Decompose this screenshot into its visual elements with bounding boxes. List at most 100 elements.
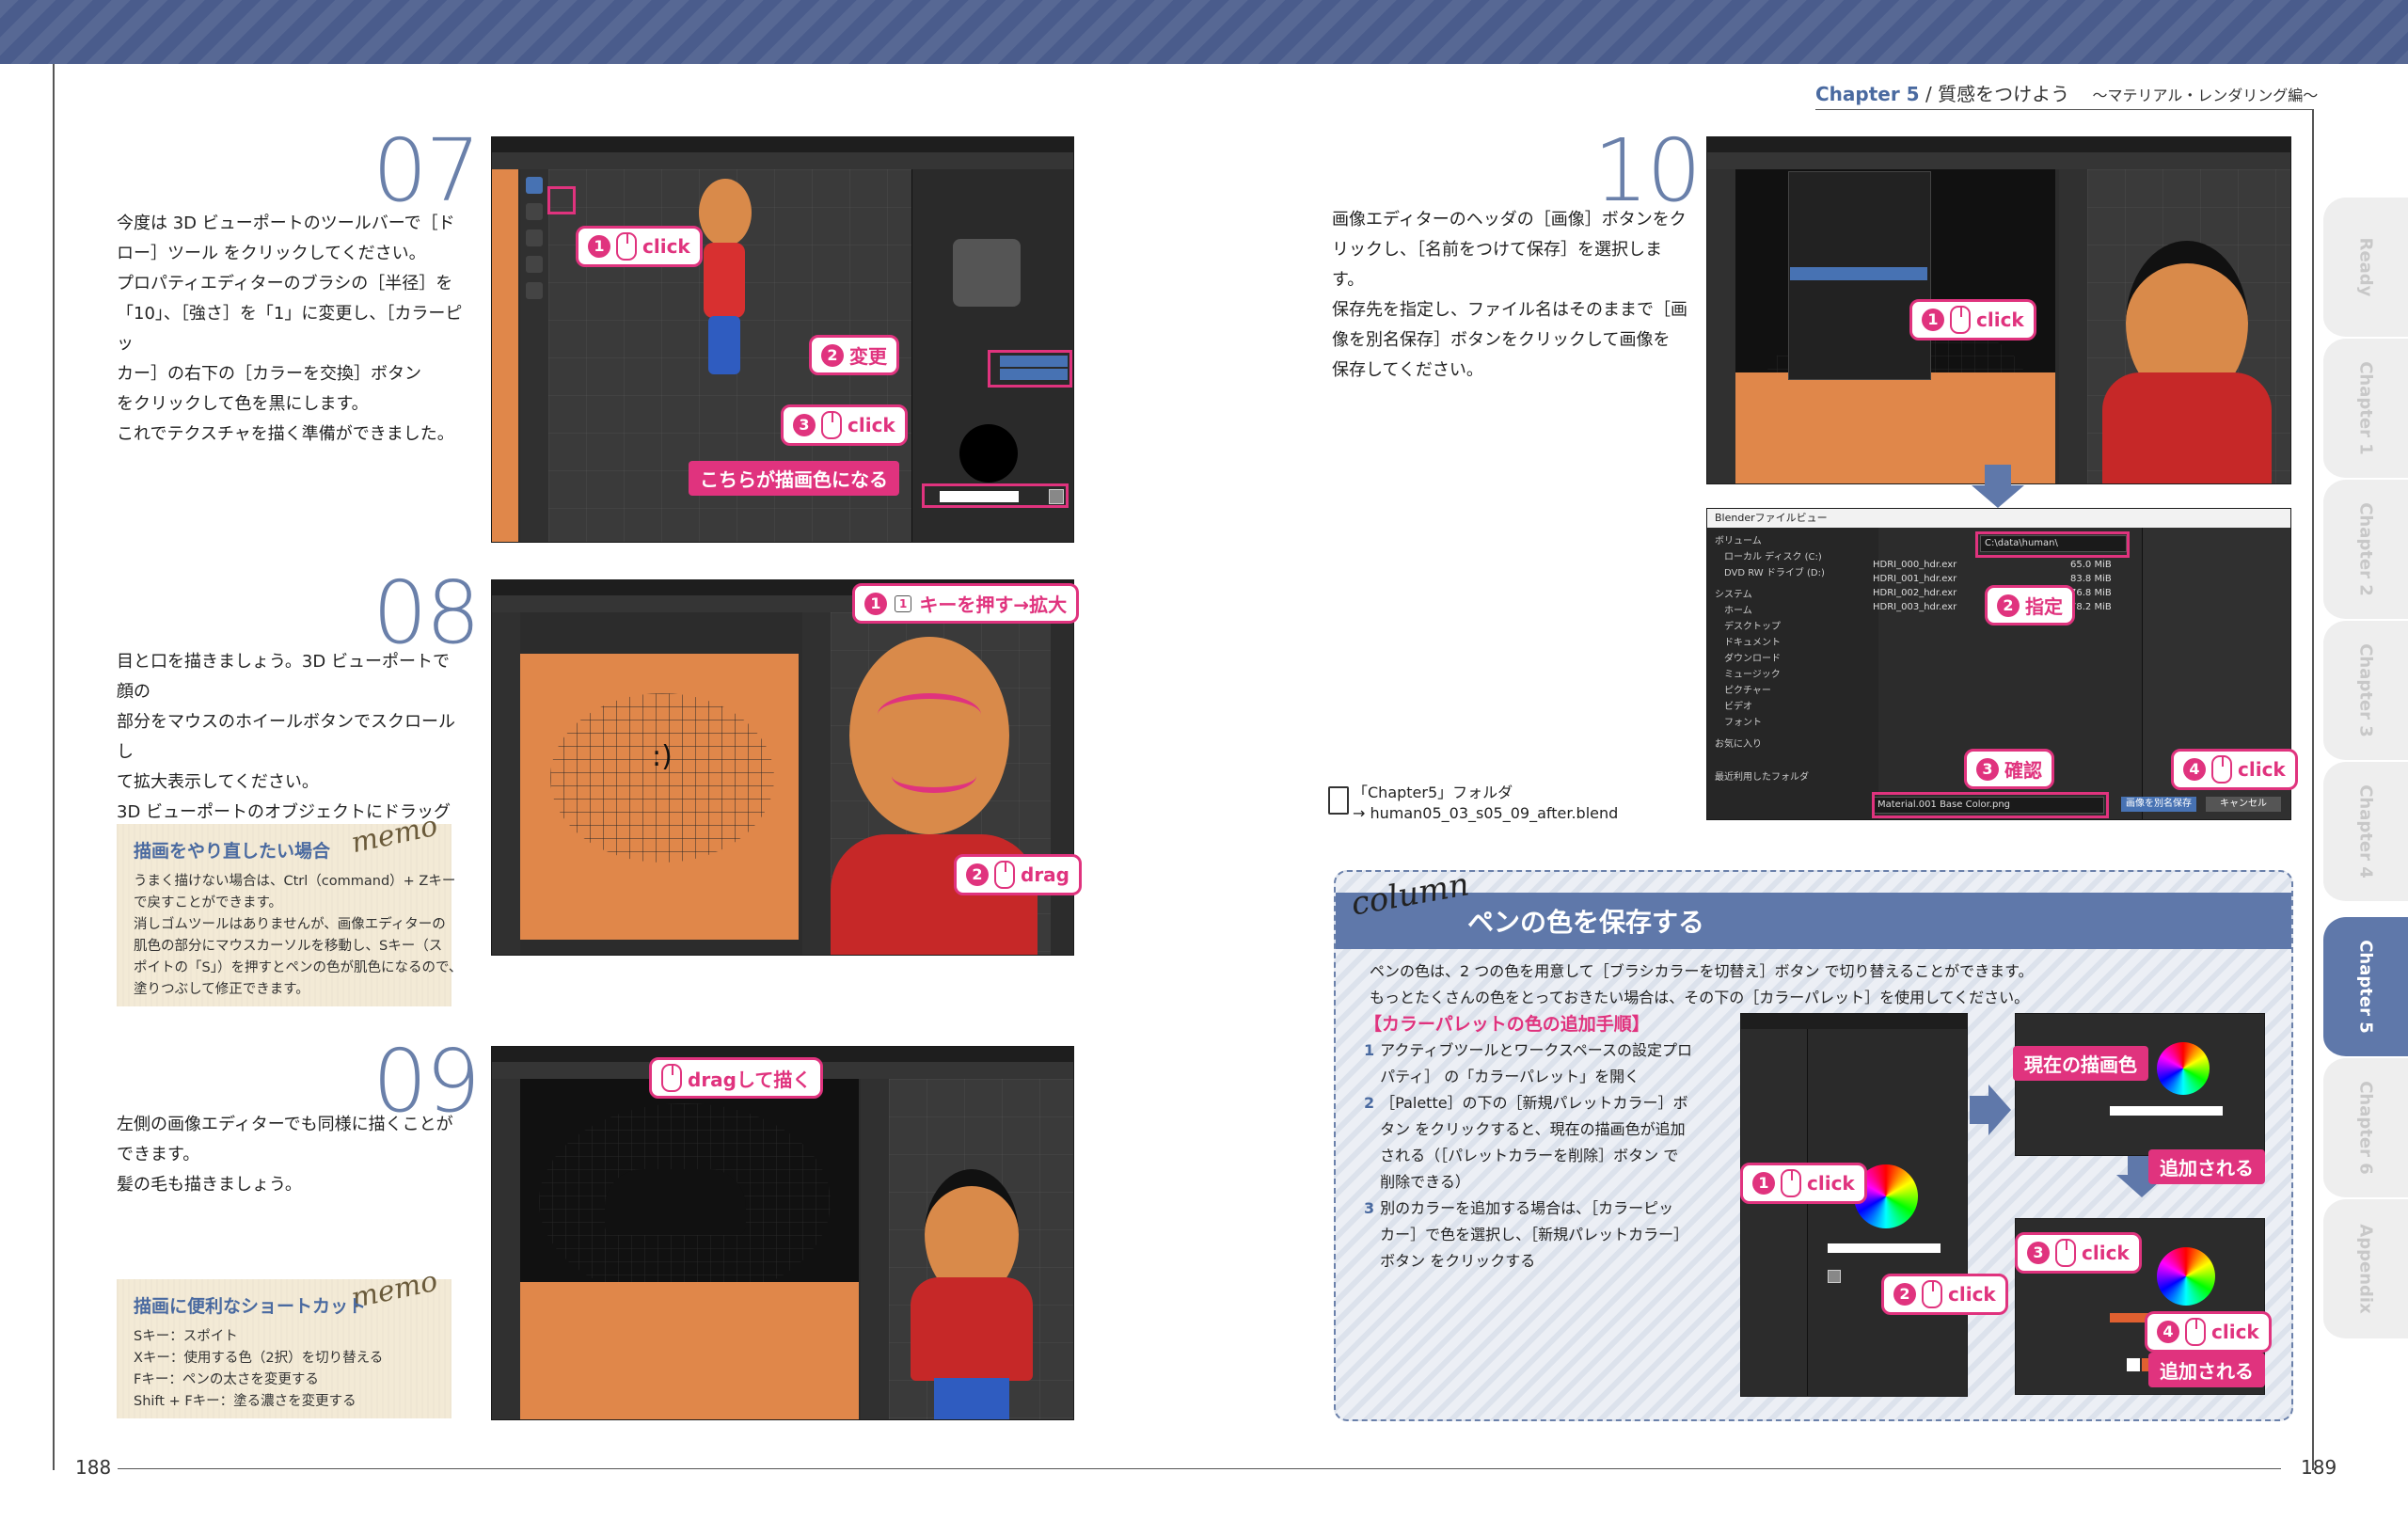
cancel-button[interactable]: キャンセル (2206, 797, 2281, 812)
blender-header (1707, 152, 2290, 169)
mouse-icon (1922, 1280, 1942, 1308)
memo-line: Sキー：スポイト (134, 1329, 238, 1344)
mouse-icon (2055, 1239, 2076, 1267)
sidebar-item[interactable]: お気に入り (1715, 736, 1871, 752)
column-step-text: ［Palette］の下の［新規パレットカラー］ボ タン をクリックすると、現在の… (1380, 1094, 1688, 1191)
file-name: → human05_03_s05_09_after.blend (1353, 804, 1619, 822)
tab-chapter-2[interactable]: Chapter 2 (2323, 480, 2408, 622)
sidebar-item[interactable]: ビデオ (1715, 699, 1871, 715)
sidebar-item[interactable]: ローカル ディスク (C:) (1715, 549, 1871, 565)
sidebar-item[interactable]: フォント (1715, 715, 1871, 731)
memo-line: Shift + Fキー：塗る濃さを変更する (134, 1394, 356, 1409)
highlight-draw-tool (547, 186, 576, 214)
memo-line: ポイトの「S」）を押すとペンの色が肌色になるので、 (134, 960, 463, 975)
mouse-icon (1950, 306, 1971, 334)
step-09-text: 左側の画像エディターでも同様に描くことが できます。 髪の毛も描きましょう。 (117, 1110, 465, 1200)
callout-number: 2 (1997, 594, 2020, 617)
memo-line: 消しゴムツールはありませんが、画像エディターの (134, 917, 446, 932)
dialog-titlebar: Blenderファイルビュー (1707, 509, 2290, 528)
new-palette-color-button[interactable] (1828, 1270, 1841, 1283)
step-07-paragraph: 今度は 3D ビューポートのツールバーで［ド ロー］ツール をクリックしてくださ… (117, 214, 463, 444)
draw-tool-button[interactable] (526, 177, 543, 194)
memo-title: 描画に便利なショートカット (134, 1296, 367, 1317)
pink-eyes (878, 693, 981, 736)
current-color-swatch (2110, 1106, 2223, 1116)
file-row[interactable]: HDRI_000_hdr.exr 65.0 MiB (1873, 558, 2127, 572)
file-row[interactable]: HDRI_001_hdr.exr 83.8 MiB (1873, 572, 2127, 586)
callout-label: click (1807, 1172, 1855, 1195)
color-swatch[interactable] (1828, 1243, 1941, 1253)
sidebar-item[interactable]: デスクトップ (1715, 619, 1871, 635)
tab-chapter-4[interactable]: Chapter 4 (2323, 762, 2408, 904)
callout-label: 変更 (849, 345, 887, 368)
file-size: 78.2 MiB (2070, 602, 2112, 612)
sidebar-item[interactable]: システム (1715, 587, 1871, 603)
file-folder: 「Chapter5」フォルダ (1353, 784, 1513, 801)
column-intro: ペンの色は、2 つの色を用意して［ブラシカラーを切替え］ボタン で切り替えること… (1370, 958, 2273, 1011)
sidebar-item[interactable]: ボリューム (1715, 533, 1871, 549)
memo-line: 塗りつぶして修正できます。 (134, 982, 309, 997)
sidebar-item[interactable]: DVD RW ドライブ (D:) (1715, 565, 1871, 581)
highlight-brush-fields (988, 350, 1072, 388)
sidebar-item[interactable]: ドキュメント (1715, 635, 1871, 651)
color-wheel[interactable] (2157, 1042, 2210, 1095)
dialog-title: Blenderファイルビュー (1715, 512, 1828, 524)
painted-face: :) (652, 740, 673, 773)
tab-appendix[interactable]: Appendix (2323, 1199, 2408, 1341)
sidebar-item[interactable]: ダウンロード (1715, 651, 1871, 667)
memo-line: Xキー：使用する色（2択）を切り替える (134, 1351, 384, 1366)
tab-chapter-3[interactable]: Chapter 3 (2323, 621, 2408, 763)
mouse-icon (661, 1064, 682, 1092)
character-shirt (911, 1277, 1033, 1381)
memo-title: 描画をやり直したい場合 (134, 841, 331, 862)
tab-chapter-6[interactable]: Chapter 6 (2323, 1058, 2408, 1200)
sidebar-item[interactable]: ミュージック (1715, 667, 1871, 683)
callout-number: 4 (2183, 758, 2206, 781)
save-as-image-button[interactable]: 画像を別名保存 (2121, 797, 2196, 812)
viewport-toolbar (861, 1079, 889, 1419)
tool-button[interactable] (526, 282, 543, 299)
left-page-number: 188 (75, 1456, 112, 1479)
viewport-toolbar (802, 612, 831, 955)
file-name: HDRI_001_hdr.exr (1873, 574, 1957, 584)
step-badge: 2 (1364, 1094, 1375, 1112)
tab-ready[interactable]: Ready (2323, 198, 2408, 340)
callout-label: click (2211, 1321, 2259, 1343)
callout-label: click (2082, 1242, 2130, 1264)
column-steps: 【カラーパレットの色の追加手順】 1 アクティブツールとワークスペースの設定プロ … (1364, 1011, 1721, 1275)
sidebar-item[interactable]: 最近利用したフォルダ (1715, 769, 1871, 785)
tab-chapter-5[interactable]: Chapter 5 (2323, 917, 2408, 1059)
character-legs (934, 1378, 1009, 1419)
blender-header (492, 152, 1073, 169)
arrow-right-icon (1970, 1096, 1990, 1124)
save-as-menu-item[interactable] (1790, 267, 1927, 280)
tool-button[interactable] (526, 230, 543, 246)
palette-swatch[interactable] (2127, 1358, 2140, 1371)
sidebar-item[interactable]: ピクチャー (1715, 683, 1871, 699)
arrow-down-icon (1985, 465, 2011, 487)
color-wheel[interactable] (2157, 1247, 2215, 1306)
character-body (704, 243, 745, 318)
memo-line: で戻すことができます。 (134, 895, 283, 911)
callout-s08-drag: 2 drag (954, 854, 1082, 895)
tab-label: Chapter 5 (2355, 940, 2376, 1034)
blender-topbar (492, 137, 1073, 152)
callout-label: click (642, 235, 690, 258)
left-margin-line (53, 64, 55, 1470)
memo-redo: memo 描画をやり直したい場合 うまく描けない場合は、Ctrl（command… (117, 810, 463, 1006)
tab-label: Ready (2355, 237, 2376, 297)
callout-col-click-3: 3 click (2015, 1232, 2142, 1274)
tool-button[interactable] (526, 256, 543, 273)
left-bottom-line (118, 1468, 1209, 1469)
sidebar-item[interactable]: ホーム (1715, 603, 1871, 619)
callout-number: 1 (1922, 309, 1944, 331)
right-bottom-line (1209, 1468, 2281, 1469)
tool-button[interactable] (526, 203, 543, 220)
uv-mesh (550, 693, 774, 863)
tab-chapter-1[interactable]: Chapter 1 (2323, 339, 2408, 481)
file-name: HDRI_000_hdr.exr (1873, 560, 1957, 570)
callout-s10-click-4: 4 click (2171, 749, 2298, 790)
color-wheel[interactable] (959, 424, 1018, 483)
callout-number: 1 (864, 592, 887, 615)
memo-body: うまく描けない場合は、Ctrl（command）+ Zキー で戻すことができます… (134, 871, 463, 1001)
